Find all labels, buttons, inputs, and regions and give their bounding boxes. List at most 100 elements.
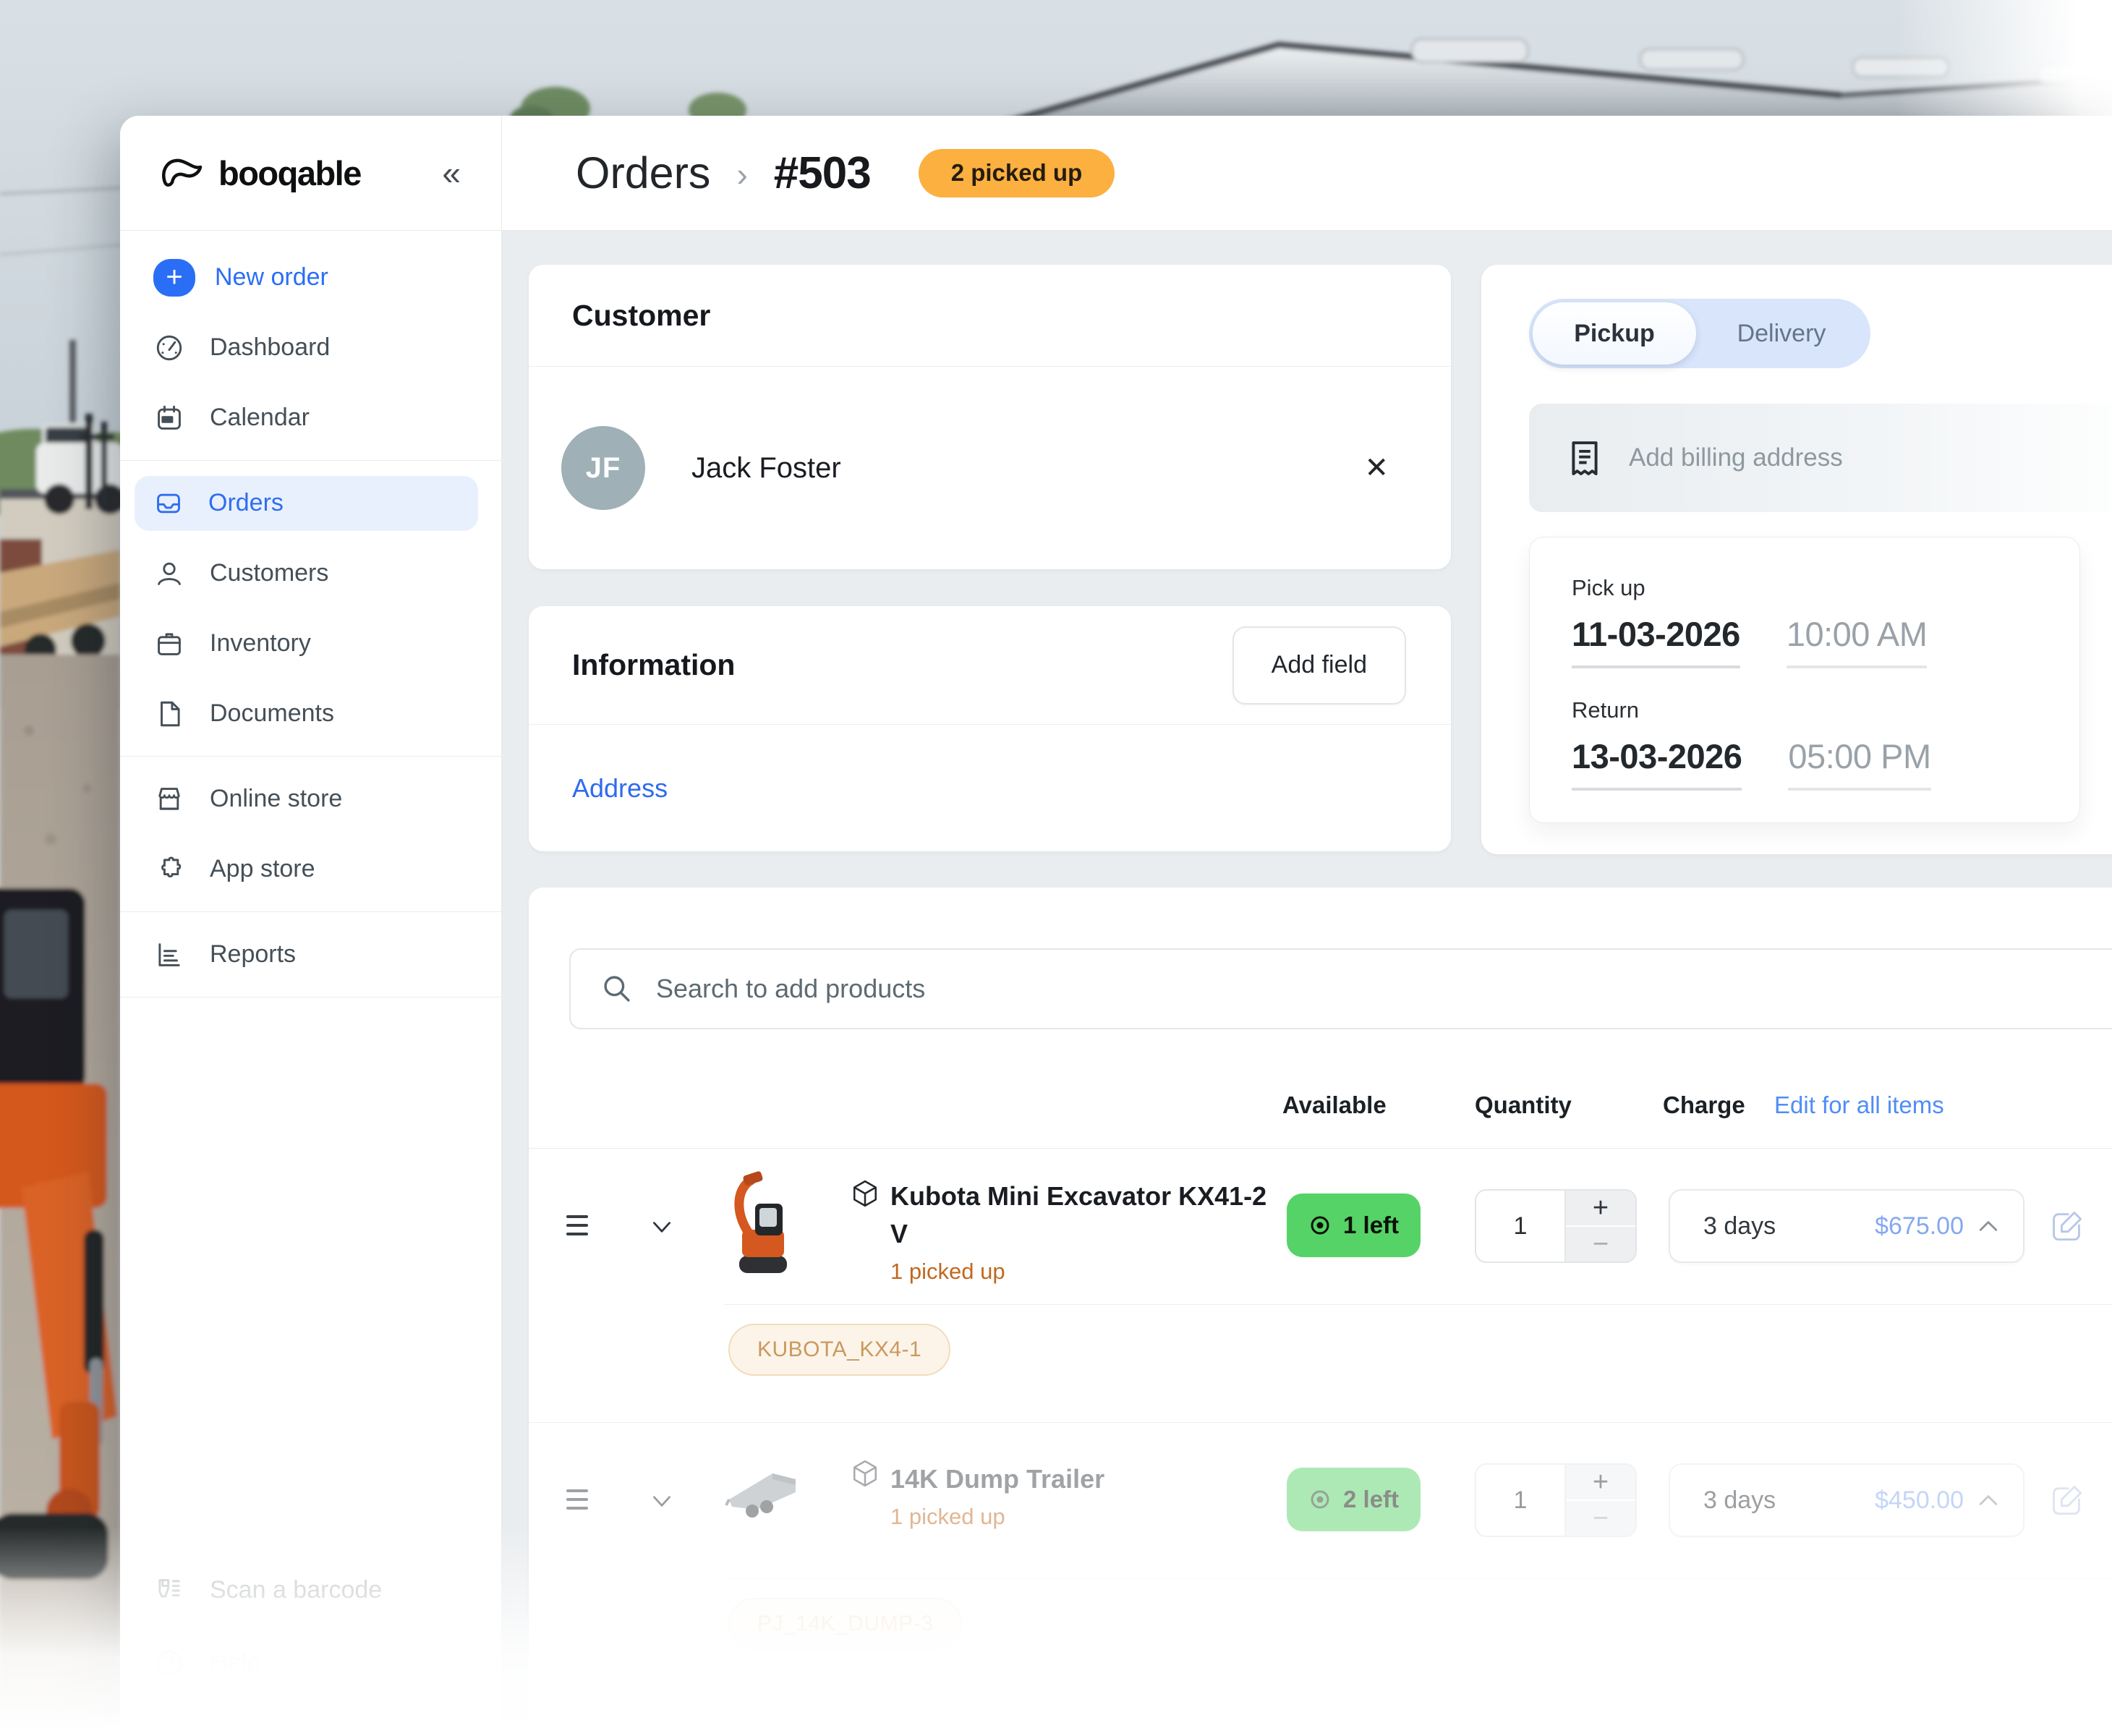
stock-item-tag[interactable]: PJ_14K_DUMP-3 [728, 1598, 962, 1650]
page-title-order-id: #503 [774, 148, 871, 199]
column-available: Available [1282, 1092, 1387, 1119]
charge-selector[interactable]: 3 days $450.00 [1669, 1463, 2024, 1537]
search-input[interactable] [655, 973, 2112, 1005]
quantity-value[interactable]: 1 [1476, 1191, 1566, 1261]
quantity-increase-button[interactable]: + [1566, 1465, 1635, 1501]
sidebar-ghost-scan: Scan a barcode [120, 1555, 501, 1625]
add-field-button[interactable]: Add field [1232, 626, 1406, 705]
return-time-input[interactable]: 05:00 PM [1788, 736, 1930, 791]
edit-line-icon[interactable] [2049, 1482, 2084, 1517]
column-charge: Charge [1663, 1092, 1745, 1119]
pickup-label: Pick up [1572, 575, 2079, 601]
inventory-box-icon [153, 628, 185, 660]
availability-badge: 1 left [1287, 1194, 1421, 1257]
sidebar-item-scan-barcode[interactable]: Scan a barcode [120, 1555, 501, 1625]
edit-for-all-items-link[interactable]: Edit for all items [1774, 1092, 1944, 1119]
screen: { "window": { "brand": "booqable", "coll… [0, 0, 2112, 1736]
quantity-stepper: 1 + − [1475, 1463, 1637, 1537]
app-window: booqable « + New order Dashboard Calenda… [120, 116, 2112, 1736]
booqable-logo-icon [159, 153, 204, 192]
storefront-icon [153, 783, 185, 815]
sidebar-item-new-order[interactable]: + New order [120, 242, 501, 312]
address-link[interactable]: Address [572, 773, 668, 804]
quantity-decrease-button[interactable]: − [1566, 1501, 1635, 1536]
expand-row-chevron-icon[interactable] [649, 1488, 675, 1514]
search-icon [601, 973, 633, 1005]
tab-pickup[interactable]: Pickup [1533, 302, 1696, 365]
pickup-date-input[interactable]: 11-03-2026 [1572, 614, 1740, 668]
caret-up-icon [1978, 1493, 1998, 1507]
sidebar-divider [120, 460, 501, 461]
billing-placeholder: Add billing address [1629, 443, 1843, 472]
picked-up-status: 1 picked up [890, 1259, 1005, 1285]
quantity-stepper: 1 + − [1475, 1189, 1637, 1263]
information-card-title: Information [572, 648, 735, 682]
expand-row-chevron-icon[interactable] [649, 1214, 675, 1240]
table-header: Available Quantity Charge Edit for all i… [529, 1061, 2112, 1149]
sidebar-item-orders-active[interactable]: Orders [135, 476, 478, 531]
stock-item-tag[interactable]: KUBOTA_KX4-1 [728, 1324, 950, 1376]
product-thumbnail-excavator [725, 1163, 800, 1290]
brand-wordmark: booqable [218, 153, 361, 193]
sidebar-item-documents[interactable]: Documents [120, 678, 501, 749]
row-divider [724, 1304, 2112, 1305]
sidebar-item-dashboard[interactable]: Dashboard [120, 312, 501, 383]
sidebar-divider [120, 911, 501, 912]
charge-price: $675.00 [1875, 1212, 1964, 1241]
quantity-increase-button[interactable]: + [1566, 1191, 1635, 1227]
drag-handle-icon[interactable] [566, 1209, 588, 1241]
customer-card-title: Customer [572, 299, 710, 333]
availability-badge: 2 left [1287, 1468, 1421, 1531]
charge-duration: 3 days [1703, 1486, 1776, 1515]
products-card: Available Quantity Charge Edit for all i… [529, 888, 2112, 1736]
product-cube-icon [851, 1459, 880, 1488]
edit-line-icon[interactable] [2049, 1208, 2084, 1243]
information-card: Information Add field Address [529, 606, 1451, 851]
sidebar-item-reports[interactable]: Reports [120, 919, 501, 990]
product-name[interactable]: 14K Dump Trailer [890, 1460, 1270, 1498]
product-thumbnail-trailer [725, 1458, 800, 1544]
add-billing-address-field[interactable]: Add billing address [1529, 404, 2112, 512]
return-date-input[interactable]: 13-03-2026 [1572, 736, 1742, 791]
sidebar-item-app-store[interactable]: App store [120, 834, 501, 904]
main-area: Orders › #503 2 picked up Customer JF Ja… [502, 116, 2112, 1736]
sidebar-item-online-store[interactable]: Online store [120, 764, 501, 834]
logo-row: booqable « [120, 116, 501, 231]
sidebar-item-customers[interactable]: Customers [120, 538, 501, 608]
sidebar-item-calendar[interactable]: Calendar [120, 383, 501, 453]
document-icon [153, 698, 185, 730]
quantity-value[interactable]: 1 [1476, 1465, 1566, 1536]
sidebar-item-help[interactable]: Help [120, 1628, 501, 1698]
row-divider [724, 1578, 2112, 1579]
target-icon [1308, 1488, 1332, 1511]
product-search [569, 948, 2112, 1029]
reports-chart-icon [153, 939, 185, 971]
drag-handle-icon[interactable] [566, 1484, 588, 1515]
help-icon [153, 1647, 185, 1679]
table-row: Kubota Mini Excavator KX41-2 V 1 picked … [529, 1149, 2112, 1423]
sidebar-divider [120, 756, 501, 757]
charge-selector[interactable]: 3 days $675.00 [1669, 1189, 2024, 1263]
dashboard-icon [153, 332, 185, 364]
column-quantity: Quantity [1475, 1092, 1572, 1119]
product-name[interactable]: Kubota Mini Excavator KX41-2 V [890, 1178, 1270, 1253]
breadcrumb[interactable]: Orders [576, 148, 710, 198]
pickup-time-input[interactable]: 10:00 AM [1787, 614, 1928, 668]
sidebar-nav: + New order Dashboard Calendar Or [120, 231, 501, 997]
puzzle-icon [153, 854, 185, 885]
topbar: Orders › #503 2 picked up [502, 116, 2112, 231]
charge-price: $450.00 [1875, 1486, 1964, 1515]
customers-icon [153, 558, 185, 590]
picked-up-status: 1 picked up [890, 1504, 1005, 1530]
status-badge: 2 picked up [919, 149, 1115, 197]
breadcrumb-chevron-icon: › [736, 152, 747, 194]
sidebar: booqable « + New order Dashboard Calenda… [120, 116, 502, 1736]
quantity-decrease-button[interactable]: − [1566, 1227, 1635, 1261]
sidebar-item-inventory[interactable]: Inventory [120, 608, 501, 678]
orders-inbox-icon [153, 488, 184, 519]
remove-customer-icon[interactable]: ✕ [1364, 451, 1389, 485]
target-icon [1308, 1214, 1332, 1237]
tab-delivery[interactable]: Delivery [1696, 320, 1867, 348]
sidebar-ghost-help: Help [120, 1628, 501, 1698]
collapse-sidebar-icon[interactable]: « [442, 156, 461, 190]
